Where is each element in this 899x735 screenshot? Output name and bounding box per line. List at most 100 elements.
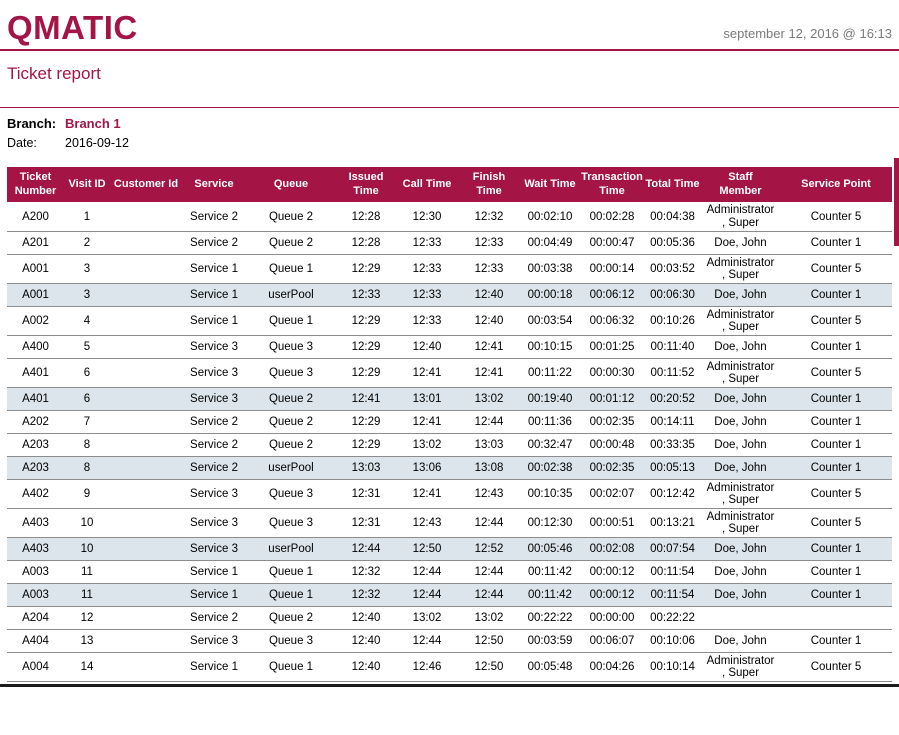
table-cell: Queue 2	[246, 231, 336, 254]
table-row: A4016Service 3Queue 312:2912:4112:4100:1…	[7, 358, 892, 387]
table-cell: Counter 1	[780, 630, 892, 653]
table-row: A00414Service 1Queue 112:4012:4612:5000:…	[7, 653, 892, 682]
table-cell: 00:02:07	[580, 479, 644, 508]
table-cell: 6	[64, 387, 110, 410]
table-cell: 12:31	[336, 479, 396, 508]
table-cell: 00:02:28	[580, 202, 644, 231]
table-cell: 12:50	[458, 630, 520, 653]
table-cell	[110, 231, 182, 254]
table-cell: 00:00:47	[580, 231, 644, 254]
table-cell: 12:40	[336, 653, 396, 682]
table-cell: 12:44	[458, 561, 520, 584]
table-cell: 00:06:30	[644, 283, 701, 306]
table-cell: Administrator , Super	[701, 254, 780, 283]
table-cell: 12:29	[336, 254, 396, 283]
table-cell	[110, 509, 182, 538]
table-cell: 00:06:07	[580, 630, 644, 653]
table-cell: 12:32	[336, 561, 396, 584]
table-cell: 12:40	[458, 306, 520, 335]
table-cell: 00:10:15	[520, 335, 580, 358]
column-header: Finish Time	[458, 167, 520, 203]
table-cell: A400	[7, 335, 64, 358]
table-cell	[110, 410, 182, 433]
table-cell: 11	[64, 561, 110, 584]
table-cell: 12:29	[336, 335, 396, 358]
branch-value: Branch 1	[65, 116, 121, 131]
table-cell: 12:33	[336, 283, 396, 306]
table-cell: 12:50	[458, 653, 520, 682]
table-cell: 00:13:21	[644, 509, 701, 538]
table-cell: A401	[7, 358, 64, 387]
ticket-table-body: A2001Service 2Queue 212:2812:3012:3200:0…	[7, 202, 892, 681]
table-cell: Queue 1	[246, 653, 336, 682]
table-cell: 00:03:59	[520, 630, 580, 653]
table-cell: A403	[7, 538, 64, 561]
table-cell: Doe, John	[701, 433, 780, 456]
table-cell: Doe, John	[701, 456, 780, 479]
table-cell: 00:00:30	[580, 358, 644, 387]
table-cell: 00:01:25	[580, 335, 644, 358]
table-row: A0013Service 1userPool12:3312:3312:4000:…	[7, 283, 892, 306]
table-cell: Queue 3	[246, 358, 336, 387]
table-cell: Doe, John	[701, 231, 780, 254]
table-cell: 12:43	[458, 479, 520, 508]
table-cell: 00:11:42	[520, 584, 580, 607]
table-cell: 8	[64, 456, 110, 479]
table-cell: Counter 1	[780, 433, 892, 456]
table-row: A20412Service 2Queue 212:4013:0213:0200:…	[7, 607, 892, 630]
table-cell: 00:14:11	[644, 410, 701, 433]
table-cell: Queue 2	[246, 607, 336, 630]
table-cell: 12:41	[396, 358, 458, 387]
table-cell: Queue 1	[246, 306, 336, 335]
table-cell: 12:30	[396, 202, 458, 231]
table-cell: Service 3	[182, 358, 246, 387]
table-cell: Administrator , Super	[701, 358, 780, 387]
table-cell: Service 3	[182, 509, 246, 538]
table-cell	[110, 387, 182, 410]
table-cell: Administrator , Super	[701, 479, 780, 508]
table-cell: 12:40	[458, 283, 520, 306]
table-cell: userPool	[246, 538, 336, 561]
table-cell: 12:41	[336, 387, 396, 410]
page-header: QMATIC september 12, 2016 @ 16:13	[7, 0, 892, 44]
table-cell: Service 3	[182, 630, 246, 653]
branch-row: Branch:Branch 1	[7, 115, 892, 134]
table-cell: 4	[64, 306, 110, 335]
table-cell: 3	[64, 254, 110, 283]
table-cell	[110, 335, 182, 358]
table-cell: A003	[7, 584, 64, 607]
table-cell: Queue 3	[246, 509, 336, 538]
table-row: A2038Service 2userPool13:0313:0613:0800:…	[7, 456, 892, 479]
column-header: Ticket Number	[7, 167, 64, 203]
table-cell: 00:02:35	[580, 410, 644, 433]
table-cell: 00:11:22	[520, 358, 580, 387]
table-cell: Service 2	[182, 433, 246, 456]
table-cell: 00:01:12	[580, 387, 644, 410]
table-cell: Administrator , Super	[701, 306, 780, 335]
table-cell: 12	[64, 607, 110, 630]
table-cell: 00:22:22	[520, 607, 580, 630]
table-cell: 12:40	[396, 335, 458, 358]
table-cell: 00:00:51	[580, 509, 644, 538]
table-cell: 00:07:54	[644, 538, 701, 561]
table-row: A2012Service 2Queue 212:2812:3312:3300:0…	[7, 231, 892, 254]
column-header: Issued Time	[336, 167, 396, 203]
table-cell: 12:29	[336, 358, 396, 387]
table-cell: Queue 2	[246, 202, 336, 231]
table-cell: Queue 3	[246, 479, 336, 508]
table-cell: 00:11:54	[644, 584, 701, 607]
table-cell: 13:02	[396, 607, 458, 630]
table-cell: 10	[64, 509, 110, 538]
scrollbar-thumb[interactable]	[894, 158, 899, 246]
table-cell	[701, 607, 780, 630]
table-cell: A001	[7, 254, 64, 283]
table-cell: 12:50	[396, 538, 458, 561]
report-meta: Branch:Branch 1 Date:2016-09-12	[7, 115, 892, 152]
table-cell	[110, 254, 182, 283]
table-cell: Counter 1	[780, 456, 892, 479]
column-header: Transaction Time	[580, 167, 644, 203]
table-cell: Counter 1	[780, 387, 892, 410]
table-cell: Counter 5	[780, 358, 892, 387]
table-cell: A002	[7, 306, 64, 335]
table-cell: Service 1	[182, 561, 246, 584]
